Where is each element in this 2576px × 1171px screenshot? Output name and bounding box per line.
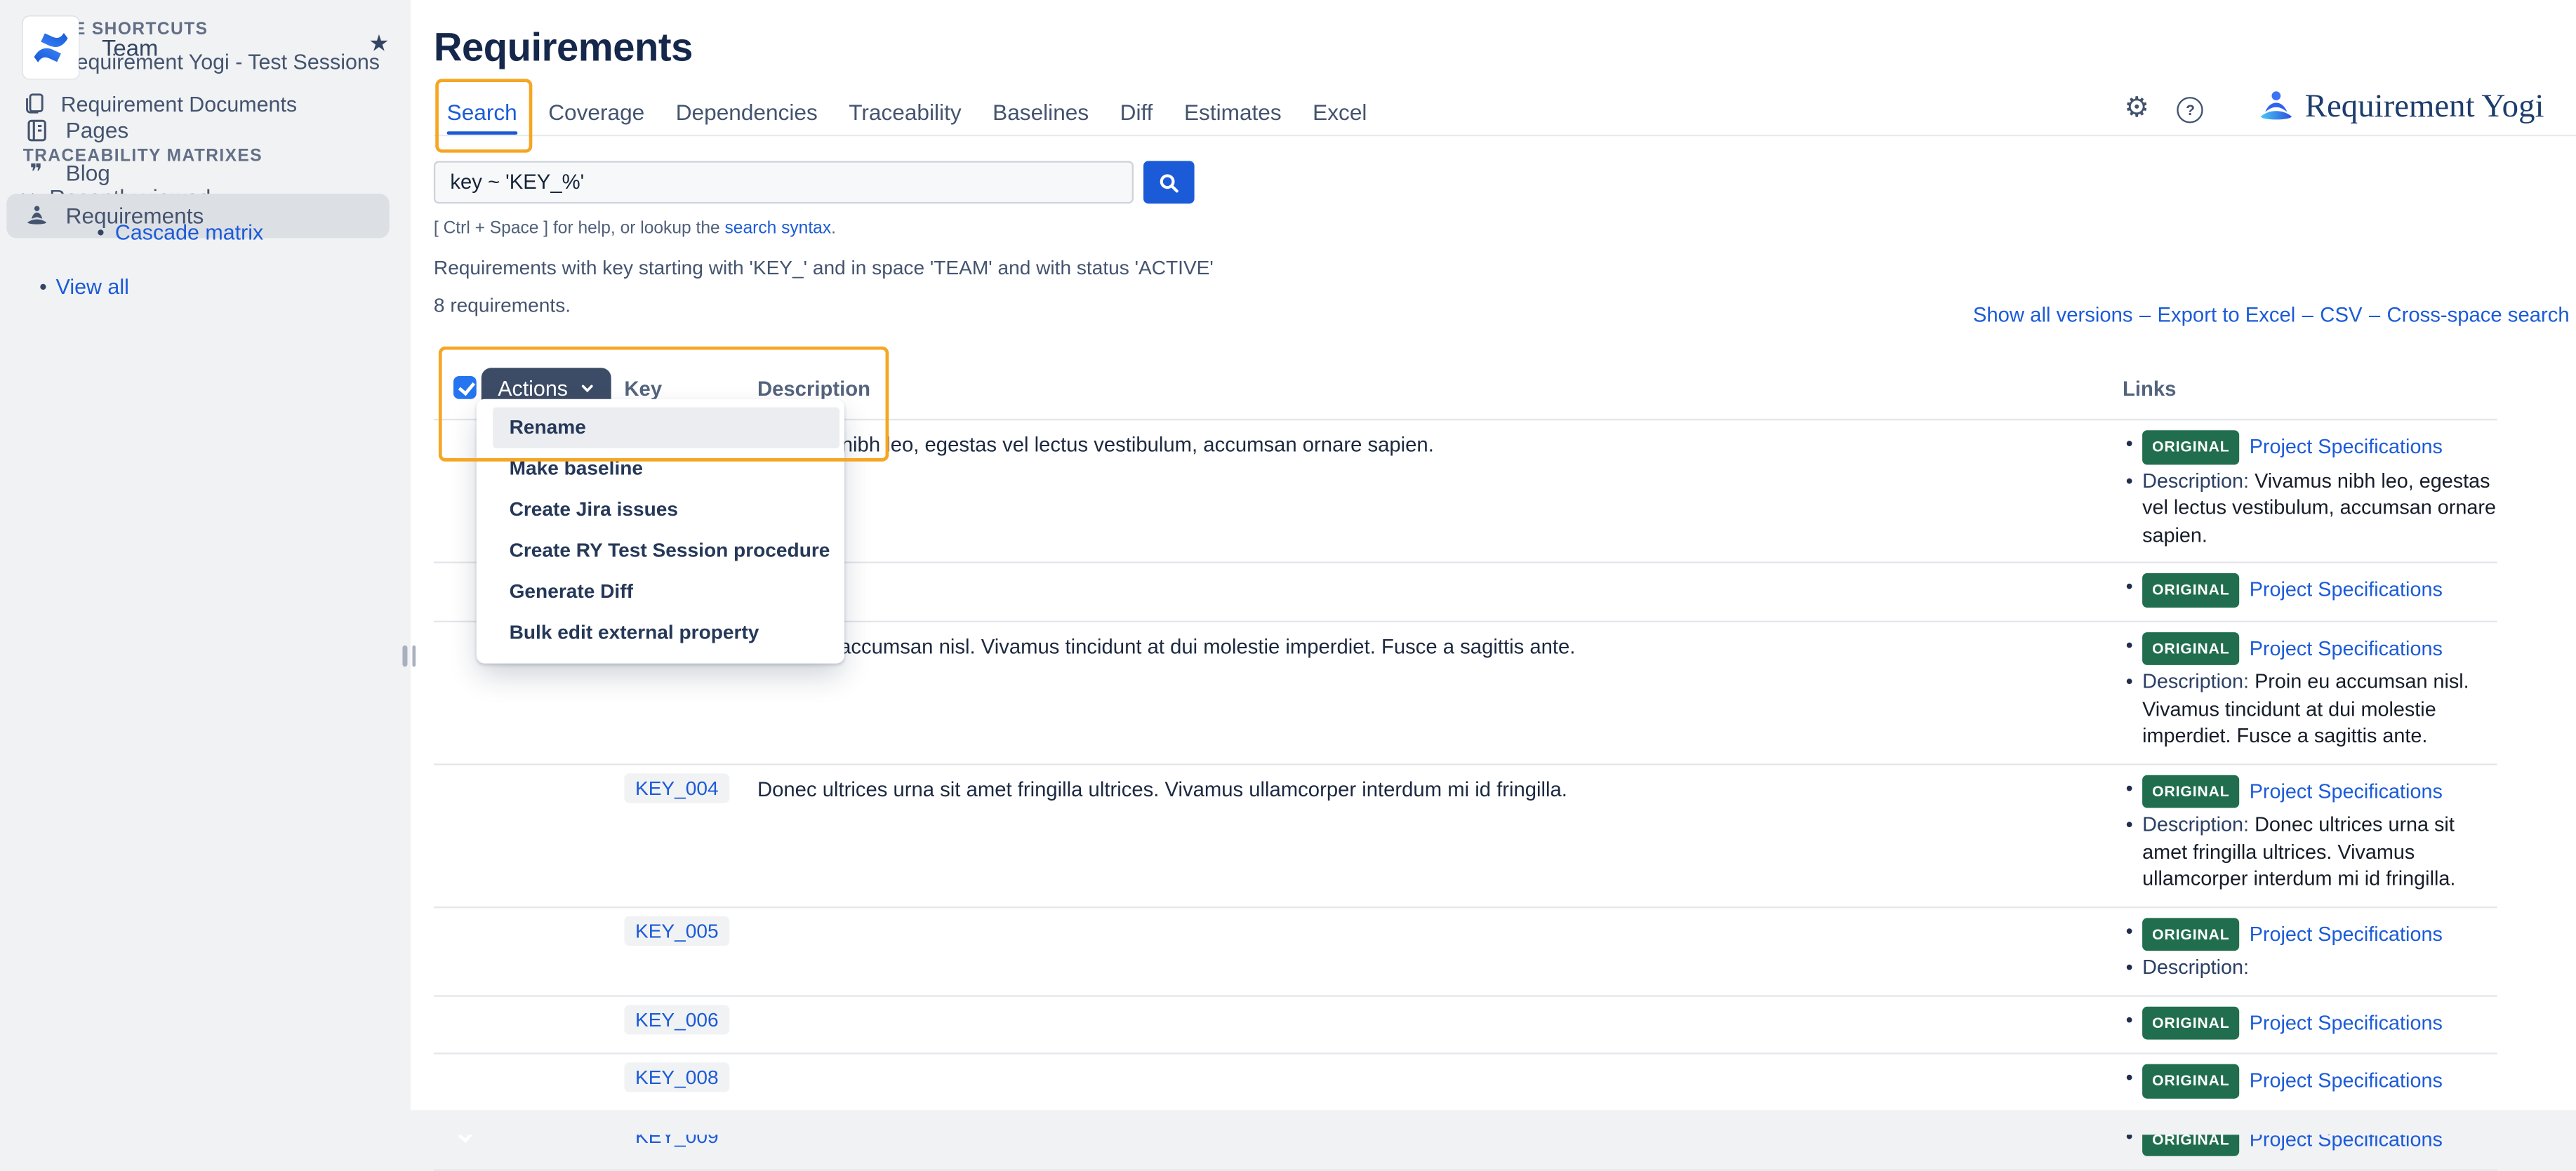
tab-bar: Search Coverage Dependencies Traceabilit… xyxy=(434,88,2576,136)
page-tools: ⚙ ? xyxy=(2124,95,2203,123)
tab-baselines[interactable]: Baselines xyxy=(992,88,1089,135)
status-badge-original: ORIGINAL xyxy=(2142,631,2240,665)
page-link[interactable]: Project Specifications xyxy=(2250,779,2443,803)
tab-coverage[interactable]: Coverage xyxy=(548,88,644,135)
sidebar-item-label: Blog xyxy=(66,160,110,185)
search-syntax-link[interactable]: search syntax xyxy=(725,218,832,238)
link-item: ORIGINAL Project Specifications xyxy=(2103,917,2497,951)
select-all-checkbox[interactable] xyxy=(453,376,477,399)
requirement-key-link[interactable]: KEY_005 xyxy=(624,916,730,945)
page-link[interactable]: Project Specifications xyxy=(2250,1011,2443,1034)
menu-item-bulk-edit-external-property[interactable]: Bulk edit external property xyxy=(477,613,844,654)
requirement-description: Donec ultrices urna sit amet fringilla u… xyxy=(749,765,2103,906)
confluence-logo[interactable] xyxy=(23,16,79,79)
tab-traceability[interactable]: Traceability xyxy=(849,88,961,135)
page-title: Requirements xyxy=(434,23,2576,74)
confluence-logo-icon xyxy=(31,28,70,67)
link-item: Description: Vivamus nibh leo, egestas v… xyxy=(2103,467,2497,549)
sidebar-item-pages[interactable]: Pages xyxy=(0,108,411,151)
view-all-list: View all xyxy=(0,271,411,304)
link-item: ORIGINAL Project Specifications xyxy=(2103,1064,2497,1098)
cascade-matrix-link[interactable]: Cascade matrix xyxy=(115,220,263,245)
list-item: View all xyxy=(0,271,411,304)
blog-icon: ❞ xyxy=(23,159,49,185)
table-row: KEY_004 Donec ultrices urna sit amet fri… xyxy=(434,763,2497,906)
status-badge-original: ORIGINAL xyxy=(2142,1006,2240,1040)
page-link[interactable]: Project Specifications xyxy=(2250,636,2443,660)
export-links: Show all versions–Export to Excel–CSV–Cr… xyxy=(1973,304,2570,327)
menu-item-generate-diff[interactable]: Generate Diff xyxy=(477,572,844,613)
recent-matrix-list: Cascade matrix xyxy=(0,217,411,250)
sidebar-resize-handle[interactable] xyxy=(402,645,416,667)
search-bar xyxy=(434,161,2576,203)
search-summary: Requirements with key starting with 'KEY… xyxy=(434,256,2576,279)
link-item: Description: xyxy=(2103,954,2497,982)
requirement-description xyxy=(749,1055,2103,1111)
sidebar-item-label: Pages xyxy=(66,117,129,142)
table-row: KEY_008 ORIGINAL Project Specifications xyxy=(434,1052,2497,1111)
page-link[interactable]: Project Specifications xyxy=(2250,922,2443,945)
link-item: Description: Donec ultrices urna sit ame… xyxy=(2103,811,2497,892)
brand-name: Requirement Yogi xyxy=(2305,88,2544,126)
pages-icon xyxy=(23,116,49,142)
search-help-text: [ Ctrl + Space ] for help, or lookup the… xyxy=(434,218,2576,238)
page-link[interactable]: Project Specifications xyxy=(2250,1069,2443,1092)
requirement-description xyxy=(749,907,2103,994)
menu-item-create-ry-test-session-procedure[interactable]: Create RY Test Session procedure xyxy=(477,530,844,572)
status-badge-original: ORIGINAL xyxy=(2142,1064,2240,1098)
requirement-key-link[interactable]: KEY_008 xyxy=(624,1062,730,1092)
export-to-excel-link[interactable]: Export to Excel xyxy=(2158,304,2296,327)
search-icon xyxy=(1157,170,1181,194)
status-badge-original: ORIGINAL xyxy=(2142,430,2240,464)
requirement-description: Vivamus nibh leo, egestas vel lectus ves… xyxy=(749,420,2103,561)
help-icon[interactable]: ? xyxy=(2177,96,2203,122)
requirement-key-link[interactable]: KEY_006 xyxy=(624,1004,730,1033)
table-row: KEY_006 ORIGINAL Project Specifications xyxy=(434,994,2497,1052)
link-item: ORIGINAL Project Specifications xyxy=(2103,775,2497,808)
tab-dependencies[interactable]: Dependencies xyxy=(676,88,818,135)
requirement-description xyxy=(749,996,2103,1053)
space-name[interactable]: Team xyxy=(102,34,158,60)
column-header-links: Links xyxy=(2103,356,2497,419)
sidebar: Team ★ Pages ❞ Blog xyxy=(0,0,411,1134)
cross-space-search-link[interactable]: Cross-space search xyxy=(2386,304,2569,327)
sidebar-item-blog[interactable]: ❞ Blog xyxy=(0,151,411,194)
show-all-versions-link[interactable]: Show all versions xyxy=(1973,304,2133,327)
column-header-description: Description xyxy=(749,356,2103,419)
menu-item-rename[interactable]: Rename xyxy=(493,407,839,448)
gear-icon[interactable]: ⚙ xyxy=(2124,95,2149,123)
requirement-key-link[interactable]: KEY_004 xyxy=(624,772,730,802)
star-icon[interactable]: ★ xyxy=(369,31,389,57)
requirement-description: Proin eu accumsan nisl. Vivamus tincidun… xyxy=(749,622,2103,763)
tab-search[interactable]: Search xyxy=(447,88,517,135)
requirement-yogi-icon xyxy=(2257,88,2295,126)
actions-dropdown-menu: Rename Make baseline Create Jira issues … xyxy=(477,399,844,664)
confluence-requirements-page: Team ★ Pages ❞ Blog xyxy=(0,0,2576,1134)
page-link[interactable]: Project Specifications xyxy=(2250,578,2443,601)
list-item: Cascade matrix xyxy=(0,217,411,250)
link-item: ORIGINAL Project Specifications xyxy=(2103,631,2497,665)
tab-excel[interactable]: Excel xyxy=(1313,88,1367,135)
link-item: ORIGINAL Project Specifications xyxy=(2103,1006,2497,1040)
page-link[interactable]: Project Specifications xyxy=(2250,435,2443,458)
link-item: ORIGINAL Project Specifications xyxy=(2103,430,2497,464)
link-item: ORIGINAL Project Specifications xyxy=(2103,573,2497,607)
menu-item-create-jira-issues[interactable]: Create Jira issues xyxy=(477,489,844,530)
footer-strip xyxy=(0,1110,2576,1134)
view-all-link[interactable]: View all xyxy=(56,274,129,299)
requirement-yogi-brand: Requirement Yogi xyxy=(2257,88,2544,126)
csv-link[interactable]: CSV xyxy=(2320,304,2362,327)
search-button[interactable] xyxy=(1143,161,1195,203)
link-item: Description: Proin eu accumsan nisl. Viv… xyxy=(2103,669,2497,750)
search-input[interactable] xyxy=(434,161,1134,203)
status-badge-original: ORIGINAL xyxy=(2142,573,2240,607)
tab-diff[interactable]: Diff xyxy=(1120,88,1153,135)
table-row: KEY_005 ORIGINAL Project Specifications D… xyxy=(434,906,2497,994)
requirement-description xyxy=(749,563,2103,620)
menu-item-make-baseline[interactable]: Make baseline xyxy=(477,448,844,490)
tab-estimates[interactable]: Estimates xyxy=(1184,88,1282,135)
status-badge-original: ORIGINAL xyxy=(2142,917,2240,951)
status-badge-original: ORIGINAL xyxy=(2142,775,2240,808)
chevron-down-icon xyxy=(579,380,594,395)
